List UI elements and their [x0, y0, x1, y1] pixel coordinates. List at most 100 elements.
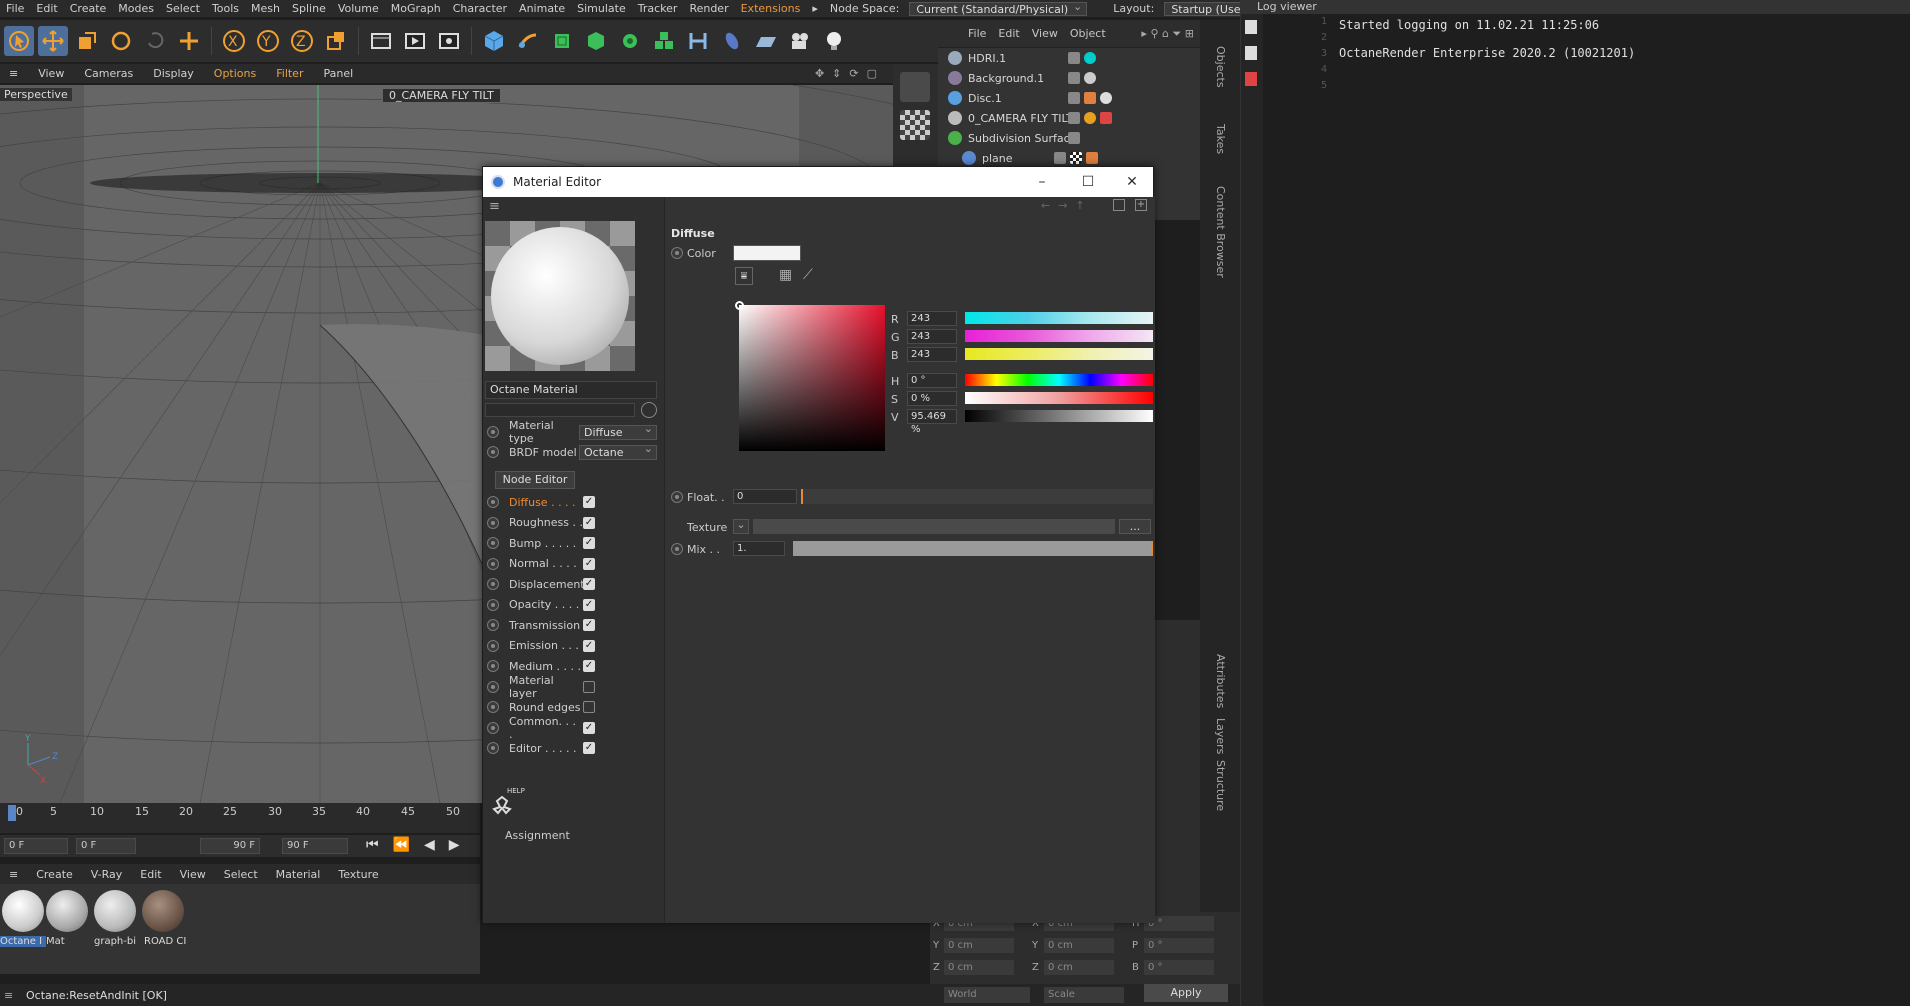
viewport-menu-view[interactable]: View	[29, 67, 73, 80]
objects-toolbar-icons[interactable]: ▸ ⚲ ⌂ ⏷ ⊞	[1141, 27, 1200, 41]
end-frame-field[interactable]: 90 F	[200, 838, 260, 854]
channel-checkbox[interactable]: ✓	[583, 660, 595, 672]
channel-row[interactable]: Opacity . . . . ✓	[483, 596, 663, 614]
menu-select[interactable]: Select	[160, 2, 206, 15]
green-field[interactable]: 243	[907, 329, 957, 344]
channel-checkbox[interactable]: ✓	[583, 496, 595, 508]
objects-menu-view[interactable]: View	[1032, 27, 1058, 40]
material-menu-texture[interactable]: Texture	[329, 868, 387, 881]
playhead[interactable]	[8, 805, 16, 821]
tab-layers[interactable]: Layers	[1214, 718, 1227, 754]
tab-attributes[interactable]: Attributes	[1214, 654, 1227, 708]
green-slider[interactable]	[965, 330, 1153, 342]
mix-slider[interactable]	[793, 541, 1153, 556]
material-editor-titlebar[interactable]: Material Editor – ☐ ✕	[483, 167, 1153, 197]
channel-row[interactable]: Displacement ✓	[483, 575, 663, 593]
octane-tag[interactable]	[1084, 52, 1096, 64]
texture-mode-icon[interactable]	[900, 110, 930, 140]
channel-label[interactable]: Displacement	[509, 578, 585, 591]
object-row-background[interactable]: Background.1	[938, 68, 1200, 88]
channel-row[interactable]: Medium . . . . ✓	[483, 657, 663, 675]
channel-row[interactable]: Emission . . . ✓	[483, 637, 663, 655]
brdf-select[interactable]: Octane	[579, 442, 657, 460]
render-settings-icon[interactable]	[434, 26, 464, 56]
target-tag[interactable]	[1084, 112, 1096, 124]
coord-scale-select[interactable]: Scale	[1044, 987, 1124, 1003]
menu-file[interactable]: File	[0, 2, 30, 15]
animate-radio[interactable]	[487, 537, 499, 549]
animate-radio[interactable]	[487, 619, 499, 631]
edit-tag[interactable]	[1068, 92, 1080, 104]
color-picker-square[interactable]	[735, 301, 885, 451]
channel-checkbox[interactable]	[583, 701, 595, 713]
channel-checkbox[interactable]: ✓	[583, 537, 595, 549]
apply-button[interactable]: Apply	[1144, 984, 1228, 1002]
current-frame-field[interactable]: 0 F	[4, 838, 68, 854]
octane-help-icon[interactable]	[489, 791, 515, 821]
y-axis-icon[interactable]: Y	[253, 26, 283, 56]
channel-label[interactable]: Editor . . . . .	[509, 742, 583, 755]
channel-row[interactable]: Transmission ✓	[483, 616, 663, 634]
animate-radio[interactable]	[487, 557, 499, 570]
hamburger-icon[interactable]: ≡	[0, 67, 27, 80]
edit-tag[interactable]	[1054, 152, 1066, 164]
select-tool-icon[interactable]	[4, 26, 34, 56]
edit-tag[interactable]	[1068, 72, 1080, 84]
channel-row[interactable]: Round edges	[483, 698, 663, 716]
value-slider[interactable]	[965, 410, 1153, 422]
coord-b-field[interactable]: 0 °	[1144, 960, 1214, 975]
channel-checkbox[interactable]: ✓	[583, 578, 595, 590]
render-region-icon[interactable]	[366, 26, 396, 56]
scale-tool-icon[interactable]	[72, 26, 102, 56]
preview-options-icon[interactable]	[641, 402, 657, 418]
material-menu-create[interactable]: Create	[27, 868, 82, 881]
texture-tag[interactable]	[1070, 152, 1082, 164]
material-tag[interactable]	[1084, 72, 1096, 84]
node-space-select[interactable]: Current (Standard/Physical)	[909, 0, 1088, 16]
cube-icon[interactable]	[479, 26, 509, 56]
channel-checkbox[interactable]: ✓	[583, 598, 595, 611]
animate-radio[interactable]	[487, 742, 499, 754]
minimize-icon[interactable]: –	[1035, 175, 1049, 189]
channel-label[interactable]: Normal . . . .	[509, 557, 583, 570]
animate-radio[interactable]	[487, 496, 499, 508]
start-frame-field[interactable]: 0 F	[76, 838, 136, 854]
channel-row[interactable]: Common. . . . ✓	[483, 715, 663, 741]
floor-icon[interactable]	[751, 26, 781, 56]
texture-slot[interactable]	[753, 519, 1115, 534]
channel-checkbox[interactable]: ✓	[583, 557, 595, 570]
coord-z2-field[interactable]: 0 cm	[1044, 960, 1114, 975]
coord-y2-field[interactable]: 0 cm	[1044, 938, 1114, 953]
clear-icon[interactable]	[1245, 72, 1257, 86]
deformer-icon[interactable]	[683, 26, 713, 56]
tab-structure[interactable]: Structure	[1214, 760, 1227, 811]
protection-tag[interactable]	[1100, 112, 1112, 124]
menu-edit[interactable]: Edit	[30, 2, 63, 15]
hue-slider[interactable]	[965, 374, 1153, 386]
channel-checkbox[interactable]: ✓	[583, 721, 595, 734]
material-menu-edit[interactable]: Edit	[131, 868, 170, 881]
menu-create[interactable]: Create	[64, 2, 113, 15]
channel-row[interactable]: Normal . . . . ✓	[483, 555, 663, 573]
eyedropper-icon[interactable]: ⟋	[803, 267, 821, 285]
channel-checkbox[interactable]	[583, 680, 595, 693]
viewport-menu-panel[interactable]: Panel	[314, 67, 362, 80]
hamburger-icon[interactable]: ≡	[489, 199, 500, 214]
channel-row[interactable]: Bump . . . . . ✓	[483, 534, 663, 552]
color-swatch[interactable]	[733, 245, 801, 261]
objects-menu-edit[interactable]: Edit	[998, 27, 1019, 40]
red-field[interactable]: 243	[907, 311, 957, 326]
material-layer-select[interactable]	[485, 403, 635, 417]
viewport-menu-filter[interactable]: Filter	[267, 67, 312, 80]
animate-radio[interactable]	[487, 639, 499, 652]
material-thumb[interactable]	[2, 890, 44, 932]
model-mode-icon[interactable]	[900, 72, 930, 102]
material-menu-select[interactable]: Select	[215, 868, 267, 881]
float-slider[interactable]	[801, 489, 1153, 504]
menu-tools[interactable]: Tools	[206, 2, 245, 15]
close-icon[interactable]: ✕	[1125, 175, 1139, 189]
object-row-subdivision[interactable]: Subdivision Surface	[938, 128, 1200, 148]
animate-radio[interactable]	[671, 543, 683, 555]
edit-tag[interactable]	[1068, 132, 1080, 144]
tab-objects[interactable]: Objects	[1214, 46, 1227, 88]
